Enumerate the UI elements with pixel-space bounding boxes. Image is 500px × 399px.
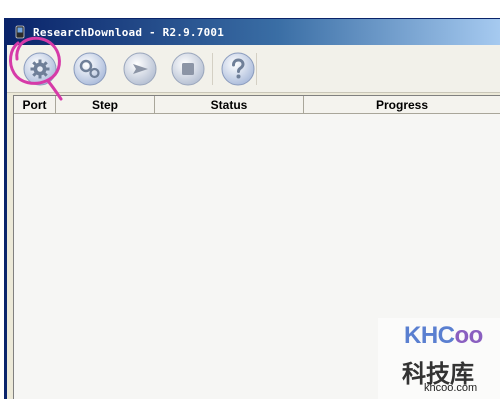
stop-icon <box>171 52 205 86</box>
settings-button[interactable] <box>20 50 60 88</box>
list-header: Port Step Status Progress <box>14 96 500 114</box>
phone-icon <box>15 25 25 39</box>
window-title: ResearchDownload - R2.9.7001 <box>33 25 225 39</box>
toolbar-separator <box>212 53 213 85</box>
toolbar-separator-end <box>256 53 257 85</box>
toolbar <box>7 45 500 93</box>
start-button[interactable] <box>120 50 160 88</box>
question-icon <box>221 52 255 86</box>
gears-icon <box>73 52 107 86</box>
stop-button[interactable] <box>168 50 208 88</box>
watermark: KHCoo 科技库 khcoo.com <box>378 318 500 399</box>
watermark-logo: KHCoo <box>404 322 483 349</box>
column-header-status[interactable]: Status <box>155 96 304 114</box>
help-button[interactable] <box>218 50 258 88</box>
gear-icon <box>23 52 57 86</box>
watermark-url: khcoo.com <box>424 382 478 394</box>
column-header-port[interactable]: Port <box>14 96 56 114</box>
title-bar[interactable]: ResearchDownload - R2.9.7001 <box>7 19 500 45</box>
column-header-step[interactable]: Step <box>56 96 155 114</box>
column-header-progress[interactable]: Progress <box>304 96 500 114</box>
load-button[interactable] <box>70 50 110 88</box>
play-icon <box>123 52 157 86</box>
